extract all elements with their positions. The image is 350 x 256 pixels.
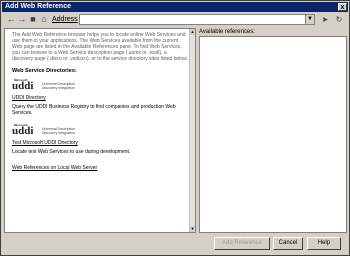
test-uddi-subtitle: Universal Description Discovery Integrat…	[42, 127, 76, 135]
help-button[interactable]: Help	[307, 237, 341, 250]
address-input[interactable]: ▼	[79, 14, 315, 25]
directories-heading: Web Service Directories:	[12, 68, 77, 74]
chevron-down-icon[interactable]: ▼	[305, 15, 314, 24]
test-uddi-logo-mark: Microsoft uddi	[12, 123, 33, 138]
uddi-directory-link[interactable]: UDDI Directory	[12, 95, 188, 101]
test-uddi-directory-desc: Locate test Web Services to use during d…	[12, 149, 131, 155]
browser-scrollbar[interactable]: ▲ ▼	[189, 29, 195, 232]
browser-pane[interactable]: The Add Web Reference browser helps you …	[4, 28, 196, 233]
available-references-label: Available references:	[199, 29, 255, 35]
toolbar: ← → ■ ⌂ Address ▼ ➤ ↻	[2, 13, 348, 27]
scroll-down-icon[interactable]: ▼	[190, 226, 195, 232]
uddi-subtitle: Universal Description Discovery Integrat…	[42, 82, 76, 90]
title-bar: Add Web Reference x	[2, 2, 348, 12]
browser-content: The Add Web Reference browser helps you …	[12, 32, 188, 171]
add-reference-button[interactable]: Add Reference	[214, 237, 270, 250]
uddi-directory-desc: Query the UDDI Business Registry to find…	[12, 104, 176, 116]
test-uddi-logo: Microsoft uddi Universal Description Dis…	[12, 123, 188, 138]
uddi-logo: Microsoft uddi Universal Description Dis…	[12, 78, 188, 93]
test-uddi-ms-label: Microsoft	[14, 123, 28, 127]
address-label: Address	[52, 16, 78, 23]
stop-icon[interactable]: ■	[28, 14, 38, 25]
uddi-ms-label: Microsoft	[14, 78, 28, 82]
back-arrow-icon[interactable]: ←	[6, 14, 16, 25]
go-arrow-icon[interactable]: ➤	[319, 14, 331, 25]
refresh-icon[interactable]: ↻	[332, 14, 346, 25]
test-uddi-directory-link[interactable]: Test Microsoft UDDI Directory	[12, 140, 188, 146]
intro-text: The Add Web Reference browser helps you …	[12, 32, 188, 62]
window-title: Add Web Reference	[5, 3, 71, 10]
forward-arrow-icon[interactable]: →	[17, 14, 27, 25]
available-references-list[interactable]	[199, 36, 347, 233]
home-icon[interactable]: ⌂	[39, 14, 49, 25]
local-web-server-link[interactable]: Web References on Local Web Server	[12, 165, 188, 171]
cancel-button[interactable]: Cancel	[273, 237, 303, 250]
uddi-logo-mark: Microsoft uddi	[12, 78, 33, 93]
add-web-reference-dialog: Add Web Reference x ← → ■ ⌂ Address ▼ ➤ …	[0, 0, 350, 256]
scroll-up-icon[interactable]: ▲	[190, 29, 195, 35]
available-references-pane: Available references:	[199, 28, 347, 233]
close-button[interactable]: x	[338, 3, 347, 11]
